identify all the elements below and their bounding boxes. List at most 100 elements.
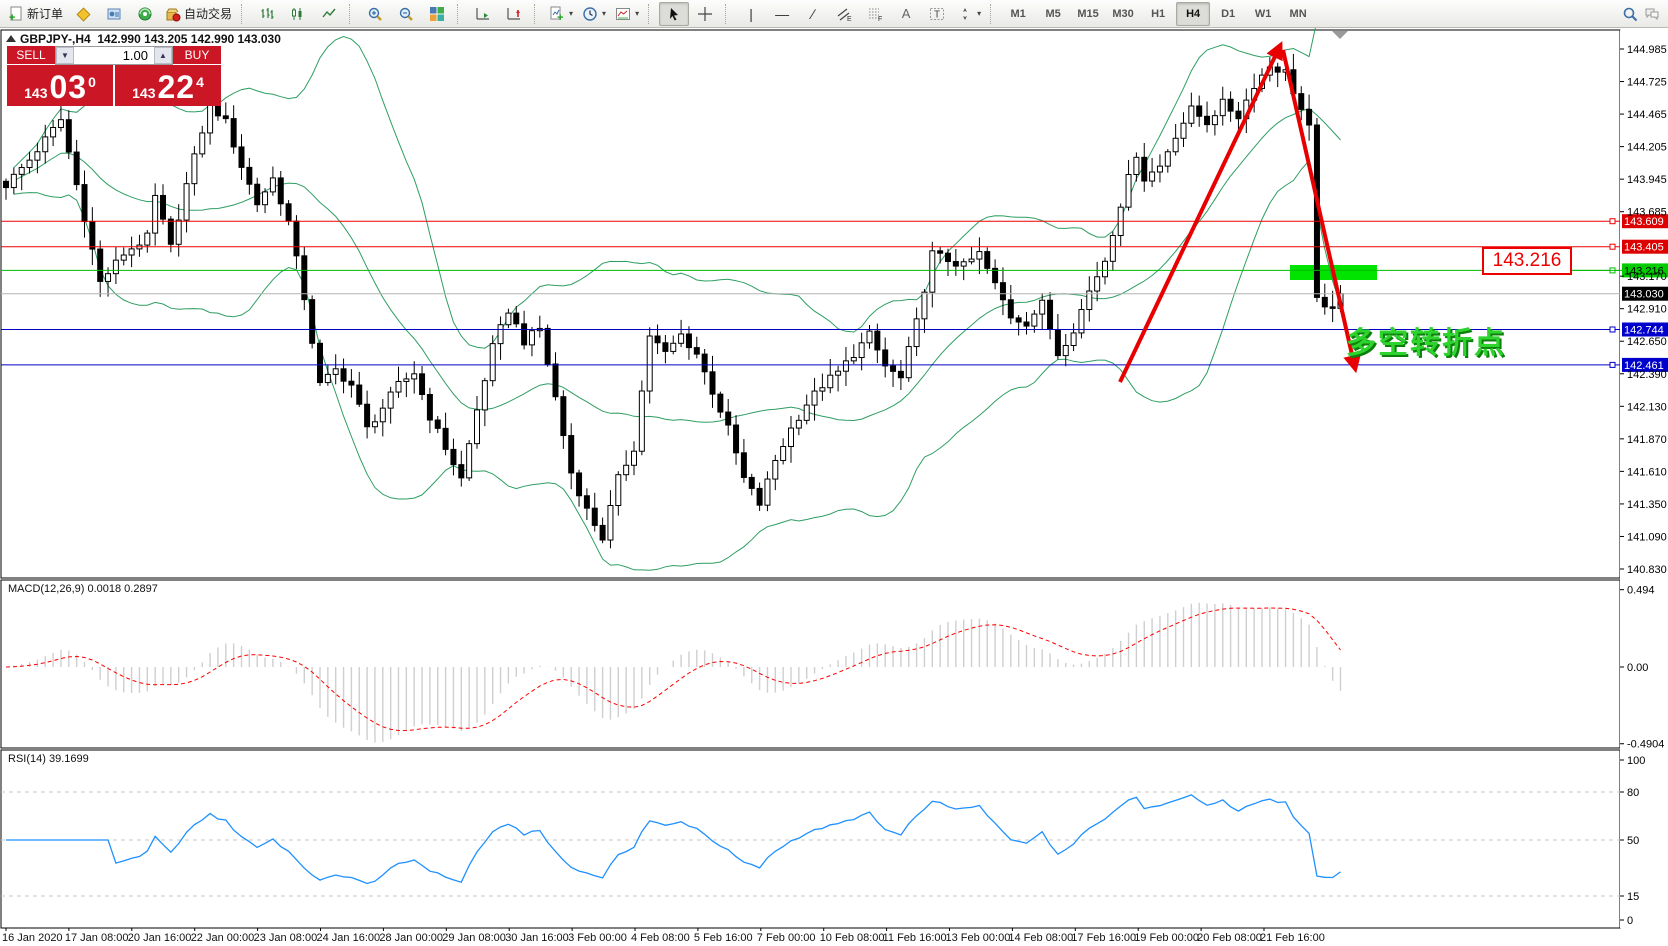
level-handle[interactable] [1610,327,1615,332]
candle-body [1212,116,1217,125]
candle-body [757,488,762,505]
zoom-in-button[interactable] [360,2,390,26]
sell-price-button[interactable]: 143 03 0 [7,65,113,106]
auto-scroll-icon [475,6,491,22]
price-tick-label: 140.830 [1627,564,1667,576]
candle-body [106,274,111,282]
rsi-tick-label: 0 [1627,915,1633,927]
line-chart-button[interactable] [314,2,344,26]
timeframe-d1-button[interactable]: D1 [1211,2,1245,26]
buy-price-pip: 4 [196,75,204,89]
autotrading-button[interactable]: 自动交易 [161,2,236,26]
candle-body [1236,111,1241,119]
candle-body [184,184,189,220]
candle-body [161,195,166,219]
navigator-button[interactable] [99,2,129,26]
zoom-out-icon [398,6,414,22]
chat-icon[interactable] [1644,6,1660,22]
indicators-button[interactable]: + ▾ [545,2,577,26]
indicators-caret-icon: ▾ [569,9,573,18]
volume-decrease-button[interactable]: ▼ [56,47,74,64]
price-tick-label: 142.390 [1627,369,1667,381]
fibonacci-button[interactable]: F [860,2,890,26]
search-icon[interactable] [1622,6,1638,22]
price-tick-label: 143.685 [1627,207,1667,219]
zoom-out-button[interactable] [391,2,421,26]
level-handle[interactable] [1610,219,1615,224]
arrows-button[interactable]: ▾ [953,2,985,26]
level-handle[interactable] [1610,244,1615,249]
candle-body [828,375,833,388]
candle-body [176,220,181,244]
candle-body [545,328,550,364]
text-label-button[interactable]: T [922,2,952,26]
time-axis-label: 30 Jan 16:00 [505,932,569,944]
market-watch-button[interactable] [68,2,98,26]
horizontal-line-button[interactable]: — [767,2,797,26]
templates-caret-icon: ▾ [635,9,639,18]
candle-body [710,372,715,394]
chart-symbol: GBPJPY-,H4 [20,32,91,46]
svg-text:E: E [847,16,852,22]
equidistant-channel-button[interactable]: E [829,2,859,26]
volume-increase-button[interactable]: ▲ [154,47,172,64]
candle-body [883,350,888,366]
candle-body [1071,333,1076,346]
buy-price-button[interactable]: 143 22 4 [115,65,221,106]
periods-caret-icon: ▾ [602,9,606,18]
price-tick-label: 143.945 [1627,174,1667,186]
periods-button[interactable]: ▾ [578,2,610,26]
candle-body [773,460,778,479]
line-chart-icon [321,6,337,22]
level-handle[interactable] [1610,362,1615,367]
bar-chart-button[interactable] [252,2,282,26]
sell-button[interactable]: SELL [7,46,55,65]
candle-body [255,184,260,204]
price-callout-box[interactable]: 143.216 [1482,247,1572,275]
toolbar-separator [241,4,248,24]
time-axis-label: 4 Feb 08:00 [631,932,690,944]
navigator-icon [106,6,122,22]
candle-body [357,385,362,404]
volume-value[interactable]: 1.00 [74,47,154,64]
svg-text:F: F [878,16,882,22]
new-order-button[interactable]: + 新订单 [4,2,67,26]
candle-body [310,300,315,344]
terminal-button[interactable] [130,2,160,26]
candle-body [789,428,794,446]
candle-body [66,120,71,152]
candle-body [616,475,621,506]
timeframe-m30-button[interactable]: M30 [1106,2,1140,26]
candle-body [1220,99,1225,115]
tile-windows-button[interactable] [422,2,452,26]
candle-body [985,252,990,269]
candle-body [1103,261,1108,276]
timeframe-w1-button[interactable]: W1 [1246,2,1280,26]
timeframe-h4-button[interactable]: H4 [1176,2,1210,26]
collapse-arrow-icon[interactable] [6,35,16,42]
timeframe-h1-button[interactable]: H1 [1141,2,1175,26]
toolbar-separator [990,4,997,24]
buy-button[interactable]: BUY [173,46,221,65]
auto-scroll-button[interactable] [468,2,498,26]
trendline-button[interactable]: ∕ [798,2,828,26]
chart-shift-button[interactable] [499,2,529,26]
candle-body [51,128,56,137]
timeframe-mn-button[interactable]: MN [1281,2,1315,26]
new-order-icon: + [8,6,24,22]
turning-point-annotation[interactable]: 多空转折点 [1346,318,1506,362]
candlestick-chart-button[interactable] [283,2,313,26]
candle-body [459,465,464,478]
cursor-button[interactable] [659,2,689,26]
toolbar-separator [648,4,655,24]
candle-body [702,354,707,372]
timeframe-m1-button[interactable]: M1 [1001,2,1035,26]
text-button[interactable]: A [891,2,921,26]
timeframe-m15-button[interactable]: M15 [1071,2,1105,26]
candle-body [318,343,323,382]
timeframe-m5-button[interactable]: M5 [1036,2,1070,26]
vertical-line-button[interactable]: | [736,2,766,26]
templates-button[interactable]: ▾ [611,2,643,26]
crosshair-button[interactable] [690,2,720,26]
macd-indicator-label: MACD(12,26,9) 0.0018 0.2897 [8,583,158,595]
